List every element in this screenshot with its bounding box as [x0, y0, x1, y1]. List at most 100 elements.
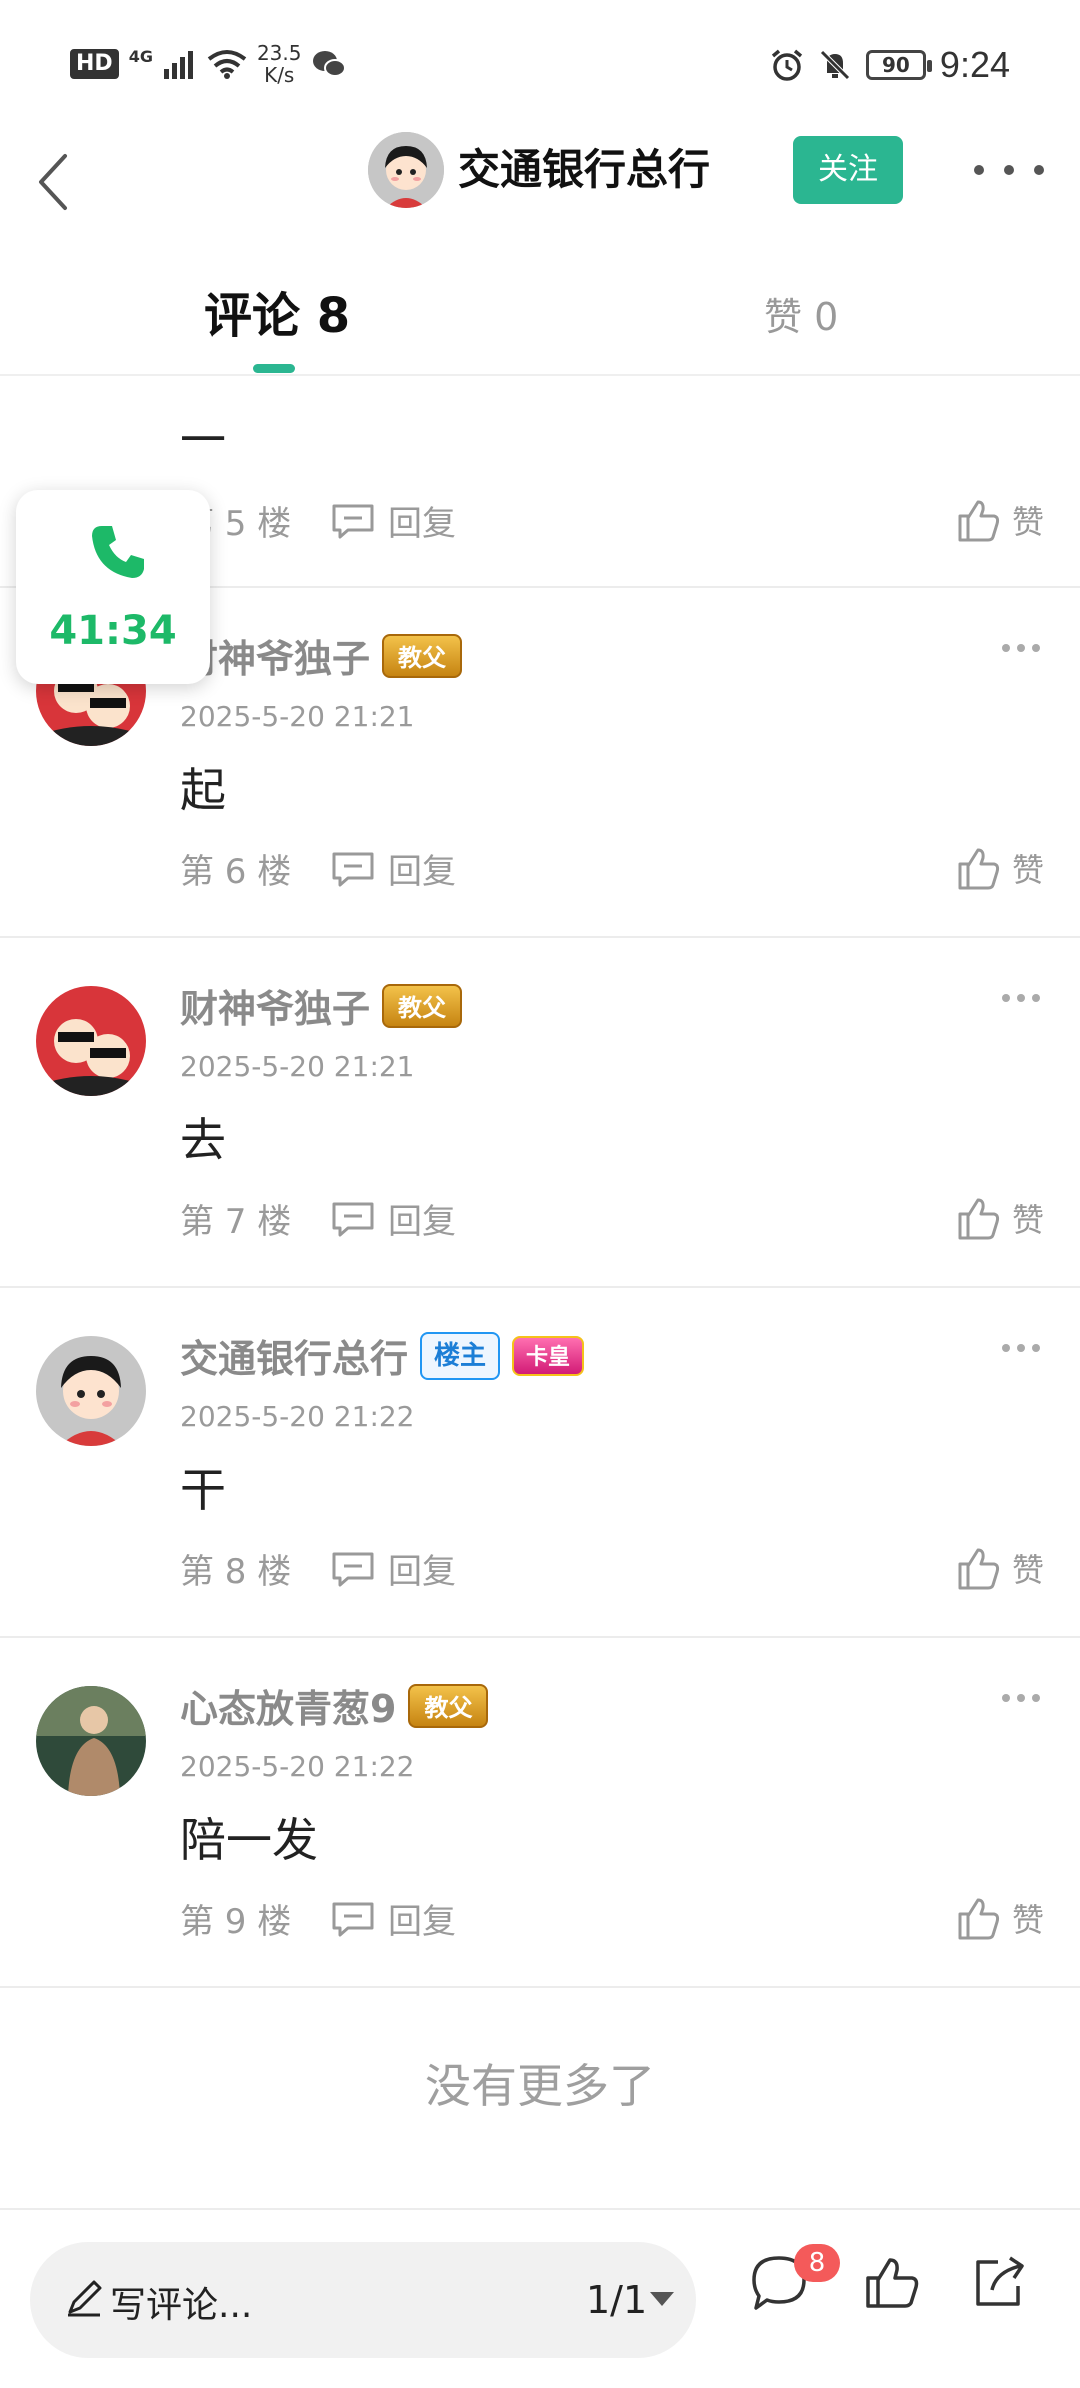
caret-down-icon[interactable]: [650, 2292, 674, 2306]
floor-number: 第 9 楼: [180, 1902, 292, 1942]
chevron-left-icon: [39, 154, 67, 210]
like-label: 赞: [1011, 1201, 1044, 1239]
commenter-name-row: 财神爷独子 教父: [180, 628, 463, 683]
commenter-name[interactable]: 财神爷独子: [180, 978, 370, 1033]
write-comment-placeholder: 写评论...: [110, 2285, 253, 2326]
rank-badge: 教父: [382, 633, 463, 678]
more-dot-icon: [1032, 644, 1040, 652]
network-speed: 23.5 K/s: [257, 42, 302, 86]
thumbs-up-icon: [958, 1198, 1000, 1240]
thumbs-up-icon[interactable]: [862, 2252, 922, 2312]
more-dot-icon: [1002, 1344, 1010, 1352]
commenter-name-row: 财神爷独子 教父: [180, 978, 463, 1033]
reply-button[interactable]: 回复: [330, 844, 456, 893]
more-dot-icon: [1034, 165, 1044, 175]
rank-badge: 教父: [382, 983, 463, 1028]
reply-label: 回复: [388, 504, 456, 544]
comment-text: 去: [180, 1113, 226, 1167]
comment-text: 起: [180, 763, 226, 817]
commenter-avatar[interactable]: [36, 1686, 146, 1796]
more-dot-icon: [1002, 994, 1010, 1002]
more-menu-button[interactable]: [974, 150, 1044, 190]
write-comment-input[interactable]: 写评论... 1/1: [30, 2242, 696, 2358]
phone-icon: [92, 526, 144, 578]
like-label: 赞: [1011, 1551, 1044, 1589]
comment-date: 2025-5-20 21:21: [180, 700, 415, 733]
comment-footer: 第 9 楼 回复: [180, 1894, 456, 1943]
comment-count-badge: 8: [794, 2244, 840, 2282]
pencil-icon: [68, 2280, 102, 2317]
reply-icon: [332, 1552, 374, 1586]
tab-bar: 评论 8 赞 0: [0, 270, 1080, 376]
clock: 9:24: [939, 44, 1010, 85]
commenter-avatar[interactable]: [36, 1336, 146, 1446]
comment-more-button[interactable]: [1002, 1694, 1040, 1704]
thumbs-up-icon: [958, 848, 1000, 890]
app-header: 交通银行总行 关注: [0, 130, 1080, 240]
page-title[interactable]: 交通银行总行: [458, 140, 710, 200]
reply-button[interactable]: 回复: [330, 1194, 456, 1243]
reply-label: 回复: [388, 1202, 456, 1242]
call-duration: 41:34: [49, 608, 177, 654]
rank-badge: 卡皇: [512, 1335, 585, 1376]
end-of-list-text: 没有更多了: [425, 2059, 655, 2113]
like-button[interactable]: 赞: [954, 844, 1044, 892]
comment-text: 干: [180, 1463, 226, 1517]
like-button[interactable]: 赞: [954, 1544, 1044, 1592]
floor-number: 第 6 楼: [180, 852, 292, 892]
bell-mute-icon: [820, 50, 850, 80]
commenter-name[interactable]: 交通银行总行: [180, 1328, 408, 1383]
like-button[interactable]: 赞: [954, 1194, 1044, 1242]
comment-more-button[interactable]: [1002, 994, 1040, 1004]
more-dot-icon: [1017, 1694, 1025, 1702]
floor-number: 第 7 楼: [180, 1202, 292, 1242]
tab-likes[interactable]: 赞 0: [764, 286, 838, 341]
tab-comments[interactable]: 评论 8: [204, 276, 350, 346]
like-label: 赞: [1011, 1901, 1044, 1939]
like-button[interactable]: 赞: [954, 496, 1044, 544]
status-bar: HD 4G 23.5 K/s 90 9:24: [0, 0, 1080, 130]
reply-button[interactable]: 回复: [330, 1894, 456, 1943]
comment-item: 财神爷独子 教父 2025-5-20 21:21 去 第 7 楼 回复 赞: [0, 938, 1080, 1288]
comment-date: 2025-5-20 21:21: [180, 1050, 415, 1083]
back-button[interactable]: [22, 142, 82, 222]
comment-more-button[interactable]: [1002, 1344, 1040, 1354]
alarm-icon: [771, 49, 803, 81]
commenter-name[interactable]: 心态放青葱9: [180, 1678, 396, 1733]
commenter-name-row: 交通银行总行 楼主 卡皇: [180, 1328, 585, 1383]
comment-date: 2025-5-20 21:22: [180, 1400, 415, 1433]
tab-active-indicator: [253, 364, 295, 373]
reply-icon: [332, 1202, 374, 1236]
more-dot-icon: [1017, 1344, 1025, 1352]
reply-button[interactable]: 回复: [330, 496, 456, 545]
call-floating-widget[interactable]: 41:34: [16, 490, 210, 684]
comment-footer: 第 5 楼 回复: [180, 496, 456, 545]
more-dot-icon: [1004, 165, 1014, 175]
status-left: HD 4G 23.5 K/s: [70, 42, 347, 86]
reply-button[interactable]: 回复: [330, 1544, 456, 1593]
comment-footer: 第 6 楼 回复: [180, 844, 456, 893]
share-icon[interactable]: [968, 2252, 1030, 2314]
reply-label: 回复: [388, 1552, 456, 1592]
more-dot-icon: [1017, 644, 1025, 652]
comment-more-button[interactable]: [1002, 644, 1040, 654]
commenter-name-row: 心态放青葱9 教父: [180, 1678, 489, 1733]
like-label: 赞: [1011, 851, 1044, 889]
page-indicator[interactable]: 1/1: [586, 2278, 647, 2322]
battery-indicator: 90: [865, 50, 932, 80]
signal-icon: [163, 51, 193, 79]
author-avatar[interactable]: [368, 132, 444, 208]
comment-text: 一: [180, 413, 226, 467]
comment-footer: 第 8 楼 回复: [180, 1544, 456, 1593]
follow-button[interactable]: 关注: [793, 136, 903, 204]
like-button[interactable]: 赞: [954, 1894, 1044, 1942]
more-dot-icon: [1002, 644, 1010, 652]
cartoon-avatar-icon: [36, 1336, 146, 1446]
thumbs-up-icon: [958, 500, 1000, 542]
more-dot-icon: [1032, 1694, 1040, 1702]
rank-badge: 教父: [408, 1683, 489, 1728]
like-label: 赞: [1011, 503, 1044, 541]
commenter-avatar[interactable]: [36, 986, 146, 1096]
comment-item: 心态放青葱9 教父 2025-5-20 21:22 陪一发 第 9 楼 回复 赞: [0, 1638, 1080, 1988]
thumbs-up-icon: [958, 1898, 1000, 1940]
